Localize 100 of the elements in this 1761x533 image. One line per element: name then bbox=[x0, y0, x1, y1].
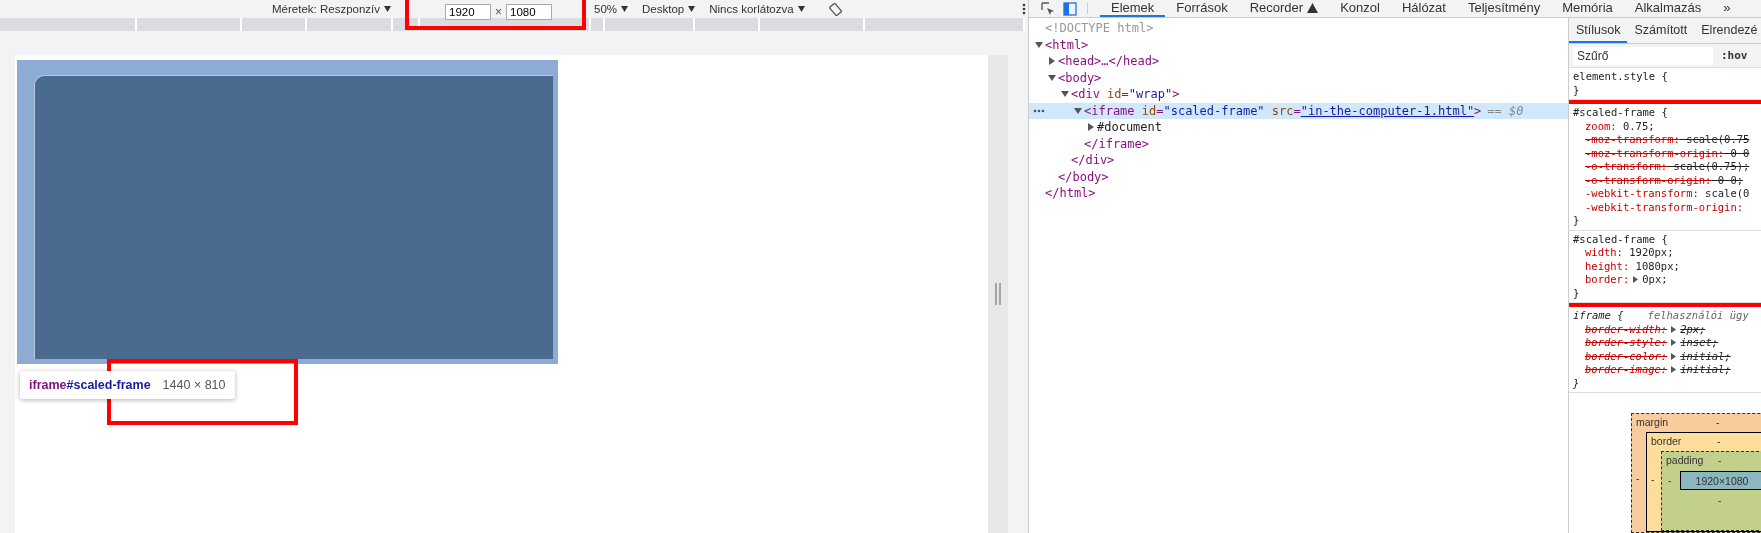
property-name[interactable]: -webkit-transform-origin: bbox=[1585, 200, 1744, 214]
property-value[interactable]: 0px; bbox=[1642, 273, 1668, 287]
rule-source: felhasználói ügy bbox=[1647, 309, 1749, 321]
border-left-value: - bbox=[1651, 473, 1655, 485]
tag-text: <iframe bbox=[1084, 103, 1135, 118]
property-name[interactable]: -o-transform: bbox=[1585, 160, 1668, 174]
throttling-dropdown[interactable]: Nincs korlátozva bbox=[709, 3, 805, 15]
attribute-value: "scaled-frame" bbox=[1163, 103, 1265, 118]
dimensions-dropdown[interactable]: Méretek: Reszponzív bbox=[272, 3, 391, 15]
devtools-tab[interactable]: Források bbox=[1165, 0, 1239, 17]
margin-left-value: - bbox=[1636, 472, 1640, 484]
content-size: 1920×1080 bbox=[1680, 471, 1761, 490]
caret-icon bbox=[797, 6, 805, 12]
border-top-value: - bbox=[1717, 435, 1721, 447]
property-name[interactable]: -moz-transform-origin: bbox=[1585, 146, 1725, 160]
property-name[interactable]: border-image: bbox=[1585, 363, 1668, 377]
closing-tag-text: </body> bbox=[1058, 169, 1109, 184]
hover-state-toggle[interactable]: :hov bbox=[1721, 49, 1748, 62]
property-value[interactable]: 1080px; bbox=[1629, 259, 1680, 273]
property-value[interactable]: 2px; bbox=[1680, 322, 1706, 336]
attribute-value: "wrap" bbox=[1128, 87, 1173, 102]
property-value[interactable]: inset; bbox=[1680, 336, 1719, 350]
rule-selector: iframe { bbox=[1573, 309, 1624, 321]
property-name[interactable]: height: bbox=[1585, 259, 1630, 273]
equals-sign: = bbox=[1121, 87, 1129, 102]
attribute-link[interactable]: "in-the-computer-1.html" bbox=[1300, 103, 1475, 118]
dom-node-row[interactable]: <head>…</head> bbox=[1029, 53, 1568, 70]
expand-arrow-icon[interactable] bbox=[1087, 123, 1095, 132]
margin-top-value: - bbox=[1716, 416, 1720, 428]
devtools-tab[interactable]: Memória bbox=[1551, 0, 1624, 17]
property-value[interactable]: scale(0 bbox=[1698, 187, 1750, 201]
property-value[interactable]: 1920px; bbox=[1622, 246, 1674, 260]
dom-node-row[interactable]: <body> bbox=[1029, 69, 1568, 86]
expand-arrow-icon[interactable] bbox=[1048, 57, 1056, 66]
property-name[interactable]: border-color: bbox=[1585, 349, 1668, 363]
property-name[interactable]: border-style: bbox=[1585, 336, 1668, 350]
tooltip-id: #scaled-frame bbox=[66, 378, 151, 392]
document-node[interactable]: #document bbox=[1097, 120, 1163, 135]
property-value[interactable]: initial; bbox=[1680, 363, 1731, 377]
closing-tag-text: </html> bbox=[1045, 186, 1096, 201]
styles-tab[interactable]: Elrendezé bbox=[1694, 18, 1761, 43]
devtools-tab[interactable]: Alkalmazás bbox=[1623, 0, 1713, 17]
property-name[interactable]: zoom: bbox=[1585, 119, 1617, 133]
property-value[interactable]: 0.75; bbox=[1616, 119, 1655, 133]
tooltip-size: 1440 × 810 bbox=[162, 378, 226, 392]
device-toggle-icon[interactable] bbox=[1063, 1, 1077, 16]
property-value[interactable]: initial; bbox=[1680, 349, 1731, 363]
tag-text: <body> bbox=[1058, 70, 1102, 85]
devtools-tab[interactable]: Konzol bbox=[1329, 0, 1391, 17]
rule-close-brace: } bbox=[1573, 376, 1581, 390]
devtools-tab[interactable]: Elemek bbox=[1100, 0, 1166, 17]
device-dropdown[interactable]: Desktop bbox=[642, 3, 696, 15]
property-value[interactable]: 0 0 bbox=[1724, 146, 1750, 160]
padding-label: padding bbox=[1666, 454, 1704, 466]
dom-node-row[interactable]: <html> bbox=[1029, 36, 1568, 53]
property-name[interactable]: border: bbox=[1585, 273, 1630, 287]
rotate-icon[interactable] bbox=[828, 2, 842, 16]
devtools-tab[interactable]: Recorder bbox=[1238, 0, 1330, 17]
tooltip-tag: iframe bbox=[29, 378, 67, 392]
devtools-tab[interactable]: Teljesítmény bbox=[1456, 0, 1552, 17]
rule-close-brace: } bbox=[1573, 286, 1581, 300]
property-name[interactable]: border-width: bbox=[1585, 322, 1668, 336]
expand-triangle-icon[interactable] bbox=[1632, 276, 1640, 284]
dom-node-row[interactable]: <iframe id="scaled-frame" src="in-the-computer-1.html"> == $0 bbox=[1029, 102, 1568, 119]
property-value[interactable]: 0 0; bbox=[1711, 173, 1744, 187]
devtools-tab[interactable]: Hálózat bbox=[1390, 0, 1457, 17]
zoom-dropdown[interactable]: 50% bbox=[594, 3, 629, 15]
property-name[interactable]: -moz-transform: bbox=[1585, 133, 1680, 147]
property-value[interactable]: scale(0.75); bbox=[1667, 160, 1750, 174]
devtools-tab[interactable]: » bbox=[1712, 0, 1742, 17]
media-query-bar[interactable] bbox=[0, 18, 1025, 31]
property-value[interactable]: scale(0.75 bbox=[1679, 133, 1750, 147]
expand-arrow-icon[interactable] bbox=[1074, 106, 1082, 115]
dom-node-row[interactable]: <div id="wrap"> bbox=[1029, 86, 1568, 103]
tag-text: > bbox=[1172, 87, 1180, 102]
padding-left-value: - bbox=[1668, 474, 1672, 486]
rule-close-brace: } bbox=[1573, 214, 1581, 228]
equals-sign: = bbox=[1293, 103, 1301, 118]
equals-sign: = bbox=[1156, 103, 1164, 118]
property-name[interactable]: -o-transform-origin: bbox=[1585, 173, 1712, 187]
styles-tab[interactable]: Számított bbox=[1627, 18, 1695, 43]
margin-label: margin bbox=[1636, 416, 1669, 428]
expand-arrow-icon[interactable] bbox=[1035, 40, 1043, 49]
property-name[interactable]: width: bbox=[1585, 246, 1623, 260]
expand-arrow-icon[interactable] bbox=[1048, 73, 1056, 82]
filter-field[interactable]: Szűrő bbox=[1573, 46, 1713, 65]
padding-top-value: - bbox=[1718, 454, 1722, 466]
more-options-icon[interactable] bbox=[1021, 3, 1026, 15]
inspect-icon[interactable] bbox=[1041, 1, 1055, 16]
property-name[interactable]: -webkit-transform: bbox=[1585, 187, 1699, 201]
closing-tag-text: </div> bbox=[1071, 153, 1115, 168]
more-dots-icon[interactable] bbox=[1033, 108, 1045, 113]
expand-arrow-icon[interactable] bbox=[1061, 90, 1069, 99]
console-ref-text: == $0 bbox=[1487, 103, 1524, 118]
resize-handle-icon[interactable] bbox=[995, 283, 1001, 305]
attribute-name: src bbox=[1271, 103, 1294, 118]
width-input[interactable]: 1920 bbox=[445, 4, 491, 20]
height-input[interactable]: 1080 bbox=[506, 4, 553, 20]
rule-selector: element.style { bbox=[1573, 70, 1668, 82]
times-sign: × bbox=[495, 5, 503, 19]
